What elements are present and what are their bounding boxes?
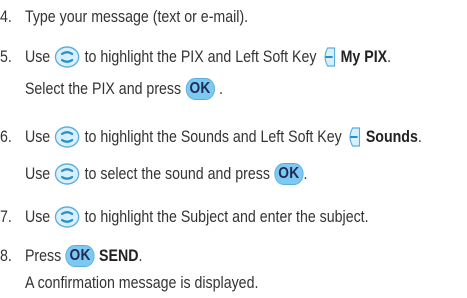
left-soft-key-icon [321,46,336,68]
punctuation: . [387,48,392,66]
step-7: 7. Use to highlight the Subject and ente… [0,206,369,228]
step-5-line-2: Select the PIX and press OK . [0,78,223,100]
punctuation: . [218,80,223,98]
step-text: Type your message (text or e-mail). [24,8,249,26]
step-4: 4. Type your message (text or e-mail). [0,6,248,28]
step-number: 7. [0,208,12,226]
step-text: Use [24,208,51,226]
step-number: 6. [0,128,12,146]
send-label: SEND [99,247,139,265]
step-number: 8. [0,247,12,265]
navigation-key-icon [54,206,80,228]
step-8: 8. Press OK SEND . [0,245,142,267]
punctuation: . [417,128,422,146]
left-soft-key-icon [346,126,361,148]
step-text: Select the PIX and press [24,80,182,98]
navigation-key-icon [54,46,80,68]
navigation-key-icon [54,126,80,148]
step-5: 5. Use to highlight the PIX and Left Sof… [0,46,391,68]
step-text: Press [24,247,62,265]
softkey-label: Sounds [365,128,418,146]
step-text: to select the sound and press [84,165,270,183]
step-8-line-2: A confirmation message is displayed. [0,272,258,294]
navigation-key-icon [54,163,80,185]
punctuation: . [303,165,308,183]
step-text: to highlight the Subject and enter the s… [84,208,369,226]
softkey-label: My PIX [340,48,388,66]
step-6-line-2: Use to select the sound and press OK . [0,163,307,185]
ok-key-icon: OK [274,163,304,185]
step-text: to highlight the PIX and Left Soft Key [84,48,317,66]
punctuation: . [138,247,143,265]
instruction-page: 4. Type your message (text or e-mail). 5… [0,0,467,298]
step-text: Use [24,165,51,183]
ok-key-icon: OK [65,245,95,267]
step-text: Use [24,128,51,146]
step-text: to highlight the Sounds and Left Soft Ke… [84,128,342,146]
ok-key-icon: OK [185,78,215,100]
step-text: Use [24,48,51,66]
step-number: 5. [0,48,12,66]
step-text: A confirmation message is displayed. [24,274,259,292]
step-6: 6. Use to highlight the Sounds and Left … [0,126,422,148]
step-number: 4. [0,8,12,26]
